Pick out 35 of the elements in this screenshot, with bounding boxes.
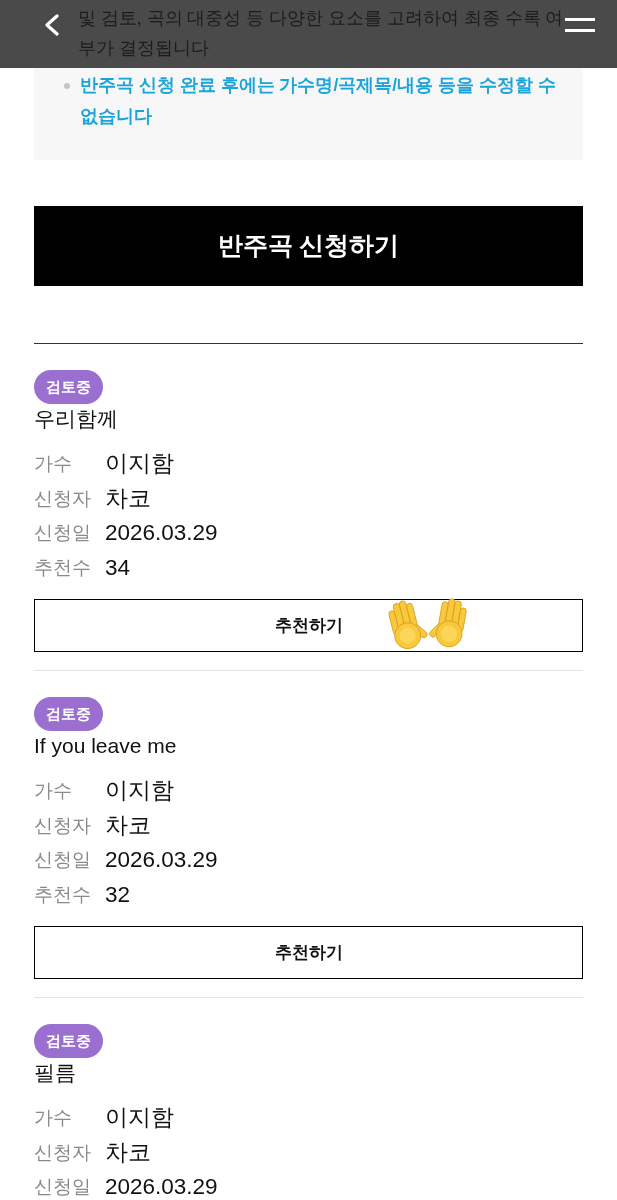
- field-value: 차코: [105, 811, 151, 840]
- field-value: 2026.03.29: [105, 1173, 218, 1200]
- field-label: 추천수: [34, 882, 91, 907]
- field-label: 신청일: [34, 1175, 91, 1199]
- field-value: 차코: [105, 484, 151, 513]
- status-badge: 검토중: [34, 370, 103, 404]
- field-label: 가수: [34, 1106, 72, 1130]
- field-value: 이지함: [105, 450, 174, 478]
- field-value: 이지함: [105, 777, 174, 805]
- field-value: 차코: [105, 1138, 151, 1167]
- field-label: 신청일: [34, 521, 91, 545]
- field-value: 2026.03.29: [105, 519, 218, 547]
- field-label: 가수: [34, 452, 72, 476]
- notice-text: 반주곡 신청 완료 후에는 가수명/곡제목/내용 등을 수정할 수 없습니다: [80, 74, 557, 128]
- field-label: 추천수: [34, 555, 91, 580]
- field-value: 2026.03.29: [105, 846, 218, 874]
- field-label: 신청자: [34, 1140, 91, 1165]
- song-title: 우리함께: [34, 406, 118, 432]
- field-value: 이지함: [105, 1104, 174, 1132]
- field-value: 34: [105, 553, 131, 582]
- bullet-icon: [64, 83, 70, 89]
- back-icon[interactable]: [44, 14, 60, 36]
- field-value: 32: [105, 880, 131, 909]
- apply-button[interactable]: 반주곡 신청하기: [34, 206, 583, 286]
- menu-icon[interactable]: [565, 18, 595, 32]
- recommend-button[interactable]: 추천하기: [34, 599, 583, 652]
- song-title: If you leave me: [34, 733, 177, 759]
- recommend-button[interactable]: 추천하기: [34, 926, 583, 979]
- song-title: 필름: [34, 1060, 76, 1086]
- field-label: 신청일: [34, 848, 91, 872]
- field-label: 신청자: [34, 813, 91, 838]
- status-badge: 검토중: [34, 1024, 103, 1058]
- status-badge: 검토중: [34, 697, 103, 731]
- field-label: 신청자: [34, 486, 91, 511]
- field-label: 가수: [34, 779, 72, 803]
